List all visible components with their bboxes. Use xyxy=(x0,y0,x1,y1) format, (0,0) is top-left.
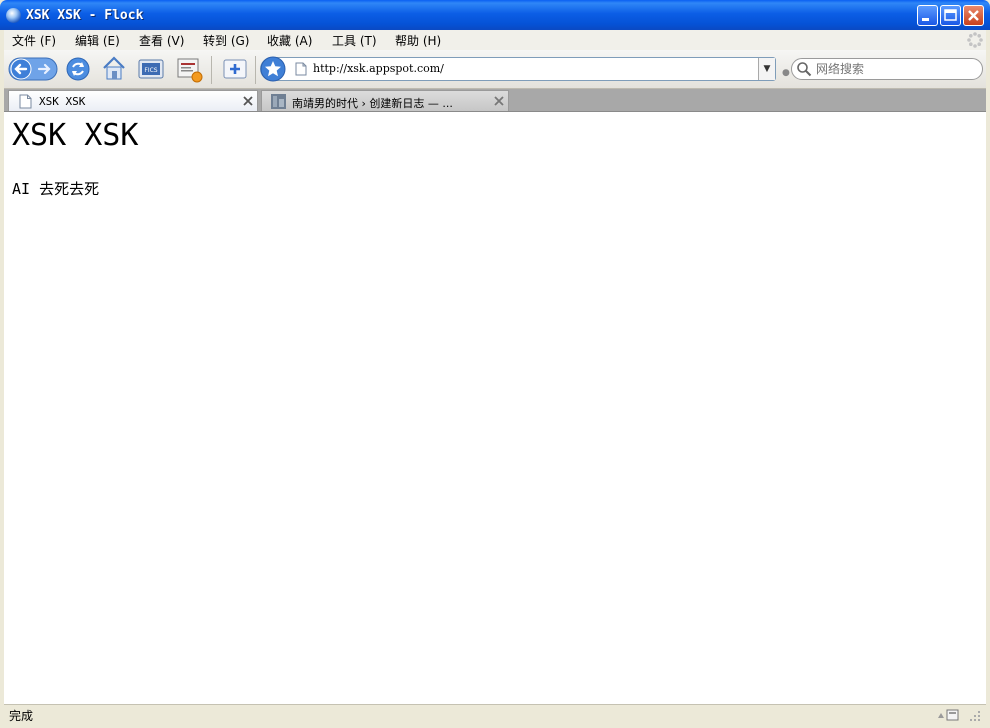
search-icon xyxy=(797,62,812,77)
close-tab-icon[interactable] xyxy=(492,94,506,108)
address-bar[interactable]: http://xsk.appspot.com/ ▼ xyxy=(260,56,776,82)
close-icon xyxy=(968,10,979,21)
status-text: 完成 xyxy=(9,709,34,723)
toolbar-separator xyxy=(211,56,212,84)
resize-grip-icon xyxy=(970,711,980,721)
page-icon xyxy=(19,94,32,109)
flock-app-icon[interactable] xyxy=(6,8,21,23)
search-input[interactable] xyxy=(816,61,976,77)
svg-text:FICS: FICS xyxy=(144,67,157,74)
navigation-toolbar: FICS http://xsk.appspot.com/ ▼ ● 网络搜索 xyxy=(4,50,986,89)
page-content: XSK XSK AI 去死去死 xyxy=(4,112,986,704)
maximize-button[interactable] xyxy=(940,5,961,26)
web-search-box[interactable] xyxy=(791,58,983,80)
home-button[interactable] xyxy=(101,55,127,82)
status-bar: 完成 xyxy=(4,704,986,725)
media-bar-button[interactable]: FICS xyxy=(138,57,164,81)
search-engine-indicator[interactable]: ● xyxy=(782,68,790,78)
tab-strip: XSK XSK 南靖男的时代 › 创建新日志 — ... xyxy=(4,89,986,112)
site-favicon-icon xyxy=(271,94,286,109)
back-forward-button[interactable] xyxy=(8,56,58,82)
status-icons xyxy=(938,709,980,721)
browser-window: XSK XSK - Flock 文件 (F) 编辑 (E) 查看 (V) 转到 … xyxy=(0,0,990,728)
menu-bar: 文件 (F) 编辑 (E) 查看 (V) 转到 (G) 收藏 (A) 工具 (T… xyxy=(4,30,986,50)
menu-help[interactable]: 帮助 (H) xyxy=(395,32,441,49)
reload-button[interactable] xyxy=(65,56,91,82)
tab-label: XSK XSK xyxy=(39,95,86,108)
activity-throbber-icon xyxy=(967,32,983,48)
menu-view[interactable]: 查看 (V) xyxy=(139,32,184,49)
tab-xsk[interactable]: XSK XSK xyxy=(8,90,258,111)
maximize-icon xyxy=(944,9,957,21)
menu-file[interactable]: 文件 (F) xyxy=(12,32,56,49)
add-bookmark-button[interactable] xyxy=(222,57,248,81)
menu-edit[interactable]: 编辑 (E) xyxy=(75,32,120,49)
menu-go[interactable]: 转到 (G) xyxy=(203,32,249,49)
security-icon xyxy=(938,713,944,718)
page-heading: XSK XSK xyxy=(12,118,139,153)
minimize-button[interactable] xyxy=(917,5,938,26)
address-history-dropdown[interactable]: ▼ xyxy=(758,58,775,80)
title-bar[interactable]: XSK XSK - Flock xyxy=(0,0,990,30)
favorite-star-icon[interactable] xyxy=(260,56,286,82)
tab-blog[interactable]: 南靖男的时代 › 创建新日志 — ... xyxy=(261,90,509,111)
window-title: XSK XSK - Flock xyxy=(26,8,144,23)
minimize-icon xyxy=(922,18,929,21)
page-body-text: AI 去死去死 xyxy=(12,180,100,198)
feeds-button[interactable] xyxy=(176,57,204,83)
address-input[interactable]: http://xsk.appspot.com/ xyxy=(313,62,444,75)
menu-tools[interactable]: 工具 (T) xyxy=(332,32,377,49)
close-button[interactable] xyxy=(963,5,984,26)
page-icon xyxy=(295,62,307,76)
feed-status-icon xyxy=(946,709,959,721)
toolbar-separator xyxy=(255,56,256,84)
menu-favorites[interactable]: 收藏 (A) xyxy=(267,32,312,49)
close-tab-icon[interactable] xyxy=(241,94,255,108)
tab-label: 南靖男的时代 › 创建新日志 — ... xyxy=(292,97,453,110)
